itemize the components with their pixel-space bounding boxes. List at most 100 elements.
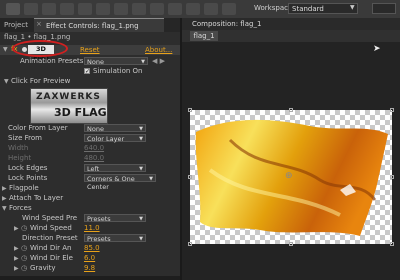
select-value: Presets bbox=[87, 235, 111, 243]
group-label: Forces bbox=[9, 204, 32, 212]
attach-to-layer-group[interactable]: ▶ Attach To Layer bbox=[0, 194, 180, 203]
transform-handle[interactable] bbox=[289, 242, 293, 246]
about-link[interactable]: About... bbox=[145, 46, 172, 54]
rotation-tool-icon[interactable] bbox=[60, 3, 74, 15]
height-value: 480.0 bbox=[84, 154, 105, 162]
forces-group[interactable]: ▼ Forces bbox=[0, 204, 180, 213]
wind-speed-row: ▶ ◷ Wind Speed 11.0 bbox=[0, 224, 180, 233]
property-label: Width bbox=[8, 144, 29, 152]
eraser-tool-icon[interactable] bbox=[204, 3, 218, 15]
group-label: Attach To Layer bbox=[9, 194, 64, 202]
direction-preset-select[interactable]: Presets ▼ bbox=[84, 234, 146, 243]
transform-handle[interactable] bbox=[188, 242, 192, 246]
tab-project[interactable]: Project bbox=[0, 18, 30, 32]
gravity-row: ▶ ◷ Gravity 9.8 bbox=[0, 264, 180, 273]
transform-handle[interactable] bbox=[390, 242, 394, 246]
height-row: Height 480.0 bbox=[0, 154, 180, 163]
expand-triangle-icon[interactable]: ▶ bbox=[14, 224, 19, 233]
preview-logo-text: ZAXWERKS bbox=[36, 92, 101, 102]
expand-triangle-icon[interactable]: ▶ bbox=[14, 264, 19, 273]
property-label: Wind Dir Ele bbox=[30, 254, 73, 262]
chevron-down-icon: ▼ bbox=[149, 176, 153, 182]
tab-effect-controls-label: Effect Controls: flag_1.png bbox=[46, 22, 139, 30]
chevron-down-icon: ▼ bbox=[139, 216, 143, 222]
select-value: None bbox=[87, 125, 104, 133]
color-from-layer-select[interactable]: None ▼ bbox=[84, 124, 146, 133]
zoom-tool-icon[interactable] bbox=[42, 3, 56, 15]
lock-points-row: Lock Points Corners & One Center ▼ bbox=[0, 174, 180, 191]
camera-tool-icon[interactable] bbox=[78, 3, 92, 15]
search-help-field[interactable] bbox=[372, 3, 396, 14]
chevron-down-icon: ▼ bbox=[139, 236, 143, 242]
expand-triangle-icon[interactable]: ▶ bbox=[2, 184, 7, 193]
chevron-down-icon: ▼ bbox=[350, 4, 355, 11]
highlight-ellipse bbox=[12, 40, 68, 57]
property-label: Lock Points bbox=[8, 174, 48, 182]
clone-tool-icon[interactable] bbox=[186, 3, 200, 15]
click-for-preview-label: Click For Preview bbox=[11, 77, 71, 85]
workspace-select[interactable]: Standard bbox=[288, 3, 358, 14]
expand-triangle-icon[interactable]: ▶ bbox=[14, 244, 19, 253]
color-from-layer-row: Color From Layer None ▼ bbox=[0, 124, 180, 133]
wind-speed-preset-select[interactable]: Presets ▼ bbox=[84, 214, 146, 223]
lock-edges-select[interactable]: Left ▼ bbox=[84, 164, 146, 173]
animation-presets-select[interactable]: None ▼ bbox=[84, 57, 148, 66]
wind-speed-value[interactable]: 11.0 bbox=[84, 224, 100, 233]
pan-behind-tool-icon[interactable] bbox=[96, 3, 110, 15]
tab-flag-1[interactable]: flag_1 bbox=[190, 31, 218, 41]
chevron-down-icon: ▼ bbox=[139, 136, 143, 142]
text-tool-icon[interactable] bbox=[150, 3, 164, 15]
panel-tab-bar: Project Effect Controls: flag_1.png × bbox=[0, 18, 180, 32]
transform-handle[interactable] bbox=[188, 175, 192, 179]
selection-tool-icon[interactable] bbox=[6, 3, 20, 15]
width-value: 640.0 bbox=[84, 144, 105, 152]
click-for-preview-row[interactable]: ▼ Click For Preview bbox=[0, 77, 180, 86]
width-row: Width 640.0 bbox=[0, 144, 180, 153]
anchor-point-icon[interactable]: ⊕ bbox=[285, 171, 293, 181]
property-label: Wind Speed Pre bbox=[22, 214, 78, 222]
property-label: Wind Dir An bbox=[30, 244, 72, 252]
simulation-checkbox[interactable]: ✓ bbox=[84, 68, 90, 75]
preset-nav-icon[interactable]: ◀ ▶ bbox=[152, 57, 165, 66]
stopwatch-icon[interactable]: ◷ bbox=[21, 264, 27, 273]
animation-presets-value: None bbox=[87, 58, 104, 66]
tab-effect-controls[interactable]: Effect Controls: flag_1.png bbox=[34, 18, 164, 32]
chevron-down-icon: ▼ bbox=[139, 126, 143, 132]
gravity-value[interactable]: 9.8 bbox=[84, 264, 95, 273]
transform-handle[interactable] bbox=[188, 108, 192, 112]
close-icon[interactable]: × bbox=[36, 20, 42, 28]
transform-handle[interactable] bbox=[390, 108, 394, 112]
pen-tool-icon[interactable] bbox=[132, 3, 146, 15]
size-from-select[interactable]: Color Layer ▼ bbox=[84, 134, 146, 143]
collapse-triangle-icon[interactable]: ▼ bbox=[3, 46, 8, 53]
select-value: Color Layer bbox=[87, 135, 125, 143]
expand-triangle-icon[interactable]: ▶ bbox=[2, 194, 7, 203]
flagpole-group[interactable]: ▶ Flagpole bbox=[0, 184, 180, 193]
mask-tool-icon[interactable] bbox=[114, 3, 128, 15]
wind-dir-angle-row: ▶ ◷ Wind Dir An 85.0 bbox=[0, 244, 180, 253]
transform-handle[interactable] bbox=[390, 175, 394, 179]
lock-points-select[interactable]: Corners & One Center ▼ bbox=[84, 174, 156, 191]
collapse-triangle-icon[interactable]: ▼ bbox=[2, 204, 7, 213]
brush-tool-icon[interactable] bbox=[168, 3, 182, 15]
wind-dir-angle-value[interactable]: 85.0 bbox=[84, 244, 100, 253]
panel-bottom-edge bbox=[0, 276, 180, 280]
stopwatch-icon[interactable]: ◷ bbox=[21, 224, 27, 233]
expand-triangle-icon[interactable]: ▶ bbox=[14, 254, 19, 263]
reset-link[interactable]: Reset bbox=[80, 46, 100, 54]
puppet-tool-icon[interactable] bbox=[222, 3, 236, 15]
wind-speed-preset-row: Wind Speed Pre Presets ▼ bbox=[0, 214, 180, 223]
tab-composition[interactable]: Composition: flag_1 bbox=[192, 18, 332, 30]
lock-edges-row: Lock Edges Left ▼ bbox=[0, 164, 180, 173]
property-label: Size From bbox=[8, 134, 42, 142]
hand-tool-icon[interactable] bbox=[24, 3, 38, 15]
stopwatch-icon[interactable]: ◷ bbox=[21, 254, 27, 263]
property-label: Color From Layer bbox=[8, 124, 68, 132]
chevron-down-icon: ▼ bbox=[139, 166, 143, 172]
wind-dir-elevation-value[interactable]: 6.0 bbox=[84, 254, 95, 263]
animation-presets-label: Animation Presets: bbox=[20, 57, 86, 65]
collapse-triangle-icon[interactable]: ▼ bbox=[4, 77, 9, 86]
property-label: Lock Edges bbox=[8, 164, 48, 172]
transform-handle[interactable] bbox=[289, 108, 293, 112]
stopwatch-icon[interactable]: ◷ bbox=[21, 244, 27, 253]
